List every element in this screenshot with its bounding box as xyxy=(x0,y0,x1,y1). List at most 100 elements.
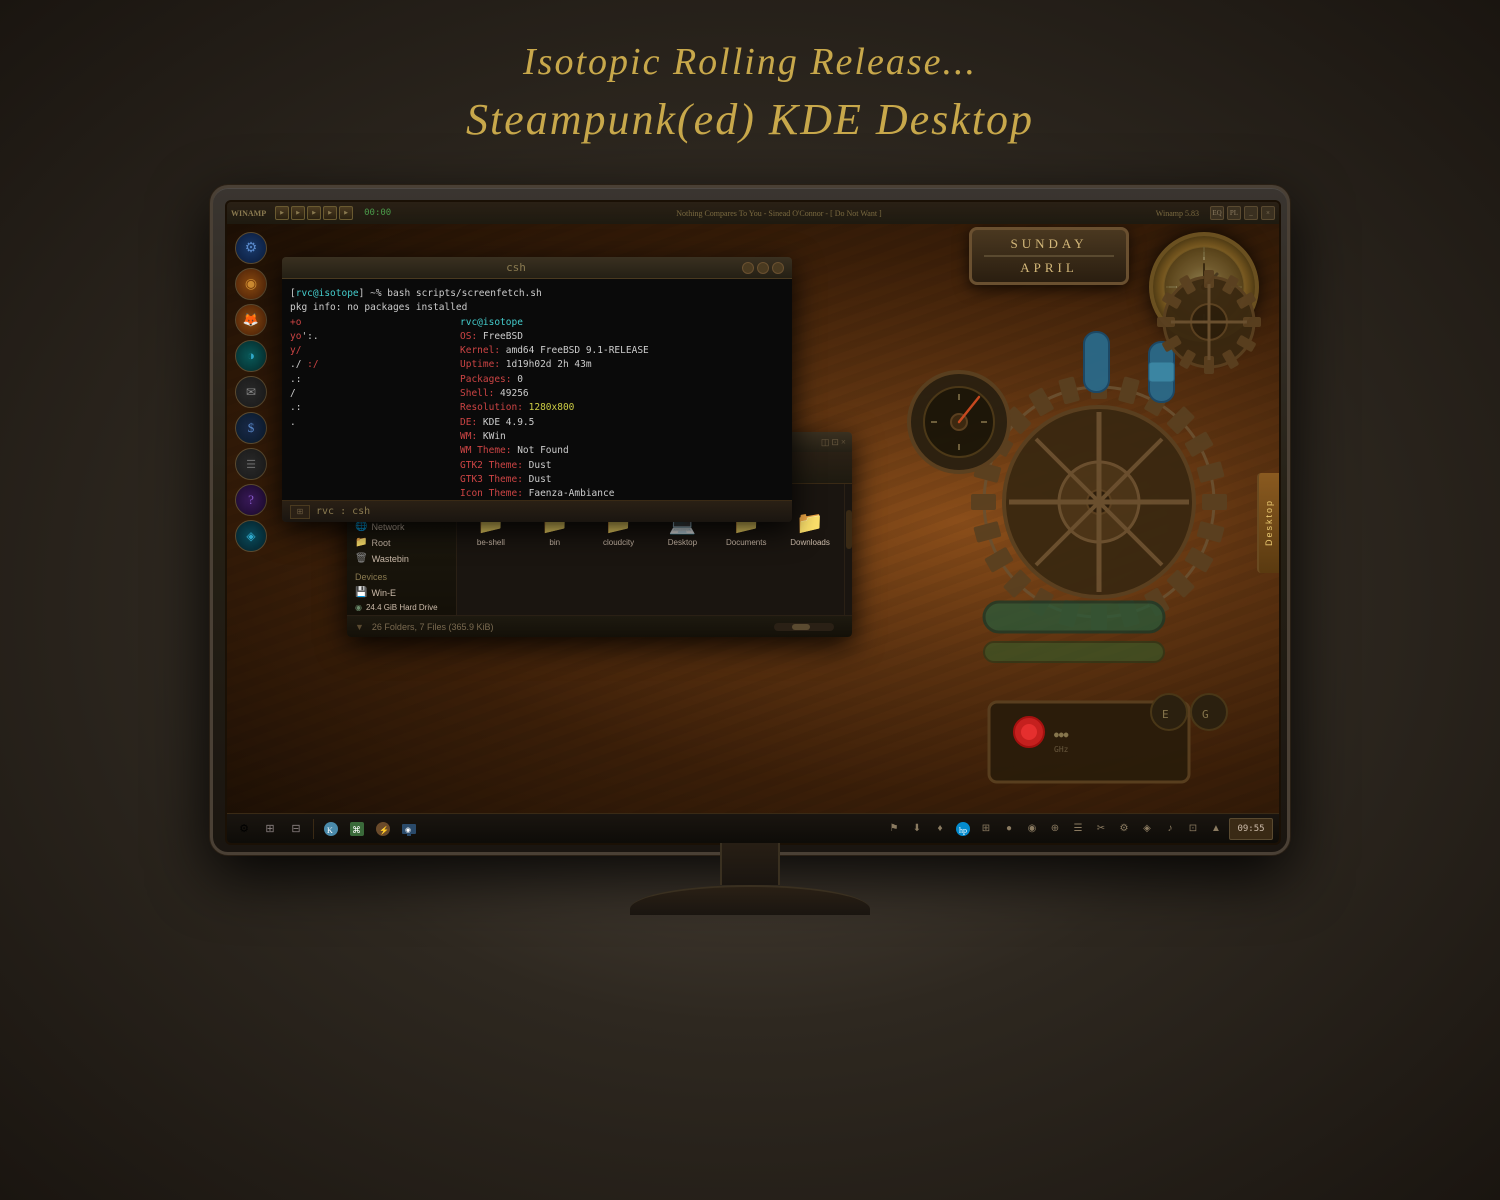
fm-file-downloads[interactable]: 📁 Downloads xyxy=(780,507,840,611)
taskbar-icon-2[interactable]: ⊟ xyxy=(285,818,307,840)
tray-btn-4[interactable]: ⊞ xyxy=(976,819,996,839)
fm-title-close-btn2[interactable]: × xyxy=(841,437,846,448)
fm-titlebar-right: ◫ ⊡ × xyxy=(821,437,846,448)
taskbar-separator-1 xyxy=(313,819,314,839)
winamp-pl-btn[interactable]: PL xyxy=(1227,206,1241,220)
svg-text:GHz: GHz xyxy=(1054,745,1069,754)
svg-text:K: K xyxy=(327,826,333,835)
taskbar-icon-4[interactable]: ⌘ xyxy=(346,818,368,840)
sidebar-icon-menu[interactable]: ☰ xyxy=(235,448,267,480)
tray-btn-up[interactable]: ▲ xyxy=(1206,819,1226,839)
tray-btn-11[interactable]: ♪ xyxy=(1160,819,1180,839)
sidebar-icons: ⚙ ◉ 🦊 ◑ ✉ $ ☰ xyxy=(235,232,267,552)
fm-file-bin[interactable]: 📁 bin xyxy=(525,507,585,611)
monitor-screen: WINAMP 00:00 Nothing Compares To You - S… xyxy=(225,200,1281,845)
fm-devices-label: Devices xyxy=(351,572,452,582)
taskbar-icon-3[interactable]: K xyxy=(320,818,342,840)
svg-text:⌘: ⌘ xyxy=(352,825,361,835)
taskbar-bottom: ⚙ ⊞ ⊟ K ⌘ ⚡ ◉ ⚑ ⬇ ♦ xyxy=(227,813,1279,843)
sidebar-icon-network[interactable]: ◈ xyxy=(235,520,267,552)
terminal-minimize-btn[interactable] xyxy=(742,262,754,274)
terminal-body: [rvc@isotope] ~% bash scripts/screenfetc… xyxy=(282,279,792,500)
fm-file-cloudcity[interactable]: 📁 cloudcity xyxy=(589,507,649,611)
taskbar-tray: ⚑ ⬇ ♦ hp ⊞ ● ◉ ⊕ ☰ ✂ ⚙ ◈ ♪ ⊡ ▲ xyxy=(884,818,1273,840)
taskbar-icon-6[interactable]: ◉ xyxy=(398,818,420,840)
title-line1: Isotopic Rolling Release... xyxy=(0,40,1500,84)
terminal-statusbar-icon: ⊞ xyxy=(290,505,310,519)
svg-text:⚡: ⚡ xyxy=(379,825,389,835)
fm-sidebar-wastebin[interactable]: 🗑 Wastebin xyxy=(351,551,452,566)
terminal-fetch-output: +o yo':. y/ ./ :/ .: / .: . rvc@ xyxy=(290,316,784,500)
taskbar-icon-1[interactable]: ⊞ xyxy=(259,818,281,840)
fm-status-text: 26 Folders, 7 Files (365.9 KiB) xyxy=(372,622,494,632)
tray-btn-hp[interactable]: hp xyxy=(953,819,973,839)
taskbar-top: WINAMP 00:00 Nothing Compares To You - S… xyxy=(227,202,1279,224)
fm-scrollbar-vertical[interactable] xyxy=(844,484,852,615)
sidebar-icon-twitter[interactable]: ◑ xyxy=(235,340,267,372)
taskbar-icon-5[interactable]: ⚡ xyxy=(372,818,394,840)
winamp-version: Winamp 5.83 xyxy=(1156,209,1199,218)
tray-btn-1[interactable]: ⚑ xyxy=(884,819,904,839)
fm-statusbar-expand-btn[interactable]: ▼ xyxy=(355,622,364,632)
terminal-maximize-btn[interactable] xyxy=(757,262,769,274)
winamp-pause-btn[interactable] xyxy=(307,206,321,220)
tray-btn-tools[interactable]: ✂ xyxy=(1091,819,1111,839)
sidebar-icon-browser1[interactable]: ◉ xyxy=(235,268,267,300)
fm-file-desktop[interactable]: 💻 Desktop xyxy=(652,507,712,611)
fm-statusbar: ▼ 26 Folders, 7 Files (365.9 KiB) xyxy=(347,615,852,637)
sidebar-icon-firefox[interactable]: 🦊 xyxy=(235,304,267,336)
tray-btn-12[interactable]: ⊡ xyxy=(1183,819,1203,839)
winamp-song-title: Nothing Compares To You - Sinead O'Conno… xyxy=(402,209,1156,218)
taskbar-top-left: WINAMP 00:00 Nothing Compares To You - S… xyxy=(231,206,1156,220)
fm-title-restore-btn[interactable]: ⊡ xyxy=(831,437,839,448)
monitor-bezel: WINAMP 00:00 Nothing Compares To You - S… xyxy=(210,185,1290,855)
desktop-panel[interactable]: Desktop xyxy=(1257,473,1279,573)
terminal-window: csh [rvc@isotope] ~% bash scripts/screen… xyxy=(282,257,792,522)
tray-btn-2[interactable]: ⬇ xyxy=(907,819,927,839)
sidebar-icon-mail[interactable]: ✉ xyxy=(235,376,267,408)
taskbar-kde-start[interactable]: ⚙ xyxy=(233,818,255,840)
winamp-stop-btn[interactable] xyxy=(323,206,337,220)
winamp-prev-btn[interactable] xyxy=(275,206,289,220)
desktop-panel-text: Desktop xyxy=(1264,499,1274,546)
taskbar-top-right: Winamp 5.83 EQ PL _ × xyxy=(1156,206,1275,220)
winamp-close-btn[interactable]: × xyxy=(1261,206,1275,220)
steampunk-gears: ●●● GHz E G xyxy=(899,222,1279,802)
tray-btn-7[interactable]: ⊕ xyxy=(1045,819,1065,839)
winamp-time: 00:00 xyxy=(364,208,391,218)
fm-file-be-shell[interactable]: 📁 be-shell xyxy=(461,507,521,611)
svg-text:G: G xyxy=(1202,708,1209,721)
fm-scrollbar-horizontal[interactable] xyxy=(774,623,834,631)
tray-btn-6[interactable]: ◉ xyxy=(1022,819,1042,839)
terminal-command-line: [rvc@isotope] ~% bash scripts/screenfetc… xyxy=(290,287,784,300)
fm-files-grid: 📁 be-shell 📁 bin 📁 cloudcity xyxy=(461,507,840,611)
title-line2: Steampunk(ed) KDE Desktop xyxy=(0,94,1500,145)
fm-sidebar-drive1[interactable]: ◉ 24.4 GiB Hard Drive xyxy=(351,601,452,614)
winamp-controls[interactable] xyxy=(275,206,353,220)
fm-file-documents[interactable]: 📁 Documents xyxy=(716,507,776,611)
tray-clock: 09:55 xyxy=(1237,824,1264,834)
svg-text:hp: hp xyxy=(959,826,967,835)
terminal-close-btn[interactable] xyxy=(772,262,784,274)
svg-text:◉: ◉ xyxy=(405,826,411,834)
tray-btn-8[interactable]: ☰ xyxy=(1068,819,1088,839)
tray-datetime-area: 09:55 xyxy=(1229,818,1273,840)
winamp-minimize-btn[interactable]: _ xyxy=(1244,206,1258,220)
tray-btn-5[interactable]: ● xyxy=(999,819,1019,839)
tray-btn-9[interactable]: ⚙ xyxy=(1114,819,1134,839)
winamp-next-btn[interactable] xyxy=(339,206,353,220)
winamp-play-btn[interactable] xyxy=(291,206,305,220)
monitor-stand-base xyxy=(630,885,870,915)
tray-btn-3[interactable]: ♦ xyxy=(930,819,950,839)
sidebar-icon-settings[interactable]: ⚙ xyxy=(235,232,267,264)
sidebar-icon-help[interactable]: ? xyxy=(235,484,267,516)
winamp-eq-btn[interactable]: EQ xyxy=(1210,206,1224,220)
fm-sidebar-root[interactable]: 📁 Root xyxy=(351,535,452,550)
fm-title-menu-btn[interactable]: ◫ xyxy=(821,437,830,448)
tray-btn-10[interactable]: ◈ xyxy=(1137,819,1157,839)
winamp-logo: WINAMP xyxy=(231,209,266,218)
sidebar-icon-dollar[interactable]: $ xyxy=(235,412,267,444)
fm-sidebar-wine[interactable]: 💾 Win-E xyxy=(351,585,452,600)
terminal-window-title: csh xyxy=(290,261,742,274)
page-title-area: Isotopic Rolling Release... Steampunk(ed… xyxy=(0,0,1500,165)
